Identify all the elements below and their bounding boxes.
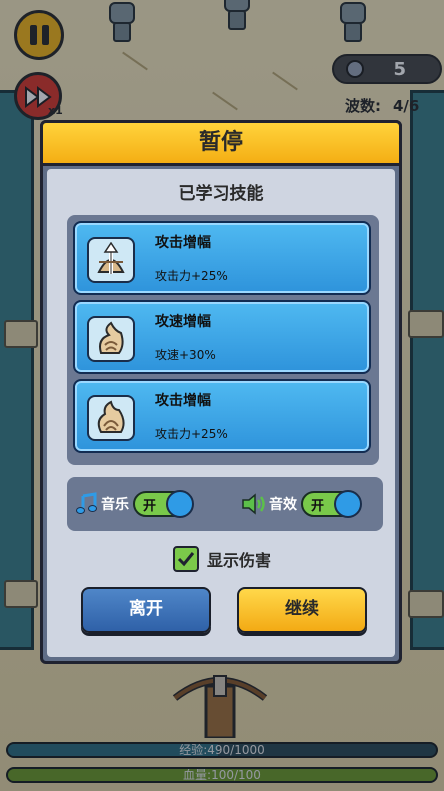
music-note-icon xyxy=(76,492,97,514)
dialog-header: 暂停 xyxy=(40,120,402,166)
flame-swirl-icon xyxy=(87,395,135,441)
skill-name: 攻击增幅 xyxy=(155,393,211,409)
swirl-speed-icon xyxy=(87,316,135,362)
skill-name: 攻击增幅 xyxy=(155,235,211,251)
skill-name: 攻速增幅 xyxy=(155,314,211,330)
music-setting: 音乐 开 xyxy=(75,487,194,521)
arrow-target-icon xyxy=(87,237,135,283)
learned-skills-heading: 已学习技能 xyxy=(178,184,264,204)
continue-button[interactable]: 继续 xyxy=(237,587,367,633)
sfx-toggle-state: 开 xyxy=(311,499,325,514)
show-damage-label: 显示伤害 xyxy=(207,551,272,570)
toggle-knob xyxy=(166,490,194,518)
show-damage-checkbox[interactable] xyxy=(173,546,199,572)
music-toggle-state: 开 xyxy=(143,499,157,514)
music-label: 音乐 xyxy=(101,497,129,513)
leave-button[interactable]: 离开 xyxy=(81,587,211,633)
skills-list: 攻击增幅 攻击力+25% 攻速增幅 攻速+30% 攻击增幅 攻击力+25% xyxy=(67,215,379,465)
audio-settings: 音乐 开 音效 开 xyxy=(67,477,383,531)
skill-description: 攻击力+25% xyxy=(155,427,228,441)
skill-description: 攻击力+25% xyxy=(155,269,228,283)
dialog-title: 暂停 xyxy=(198,130,243,155)
dialog-body: 已学习技能 攻击增幅 攻击力+25% 攻速增幅 攻速+30% 攻击增幅 攻击力+… xyxy=(47,169,395,657)
toggle-knob xyxy=(334,490,362,518)
speaker-icon xyxy=(242,493,265,515)
skill-card[interactable]: 攻速增幅 攻速+30% xyxy=(73,300,371,374)
checkmark-icon xyxy=(177,552,195,567)
skill-description: 攻速+30% xyxy=(155,348,216,362)
sfx-toggle[interactable]: 开 xyxy=(301,490,362,518)
skill-card[interactable]: 攻击增幅 攻击力+25% xyxy=(73,221,371,295)
sfx-label: 音效 xyxy=(269,497,297,513)
sfx-setting: 音效 开 xyxy=(241,487,362,521)
skill-card[interactable]: 攻击增幅 攻击力+25% xyxy=(73,379,371,453)
music-toggle[interactable]: 开 xyxy=(133,490,194,518)
pause-dialog: 已学习技能 攻击增幅 攻击力+25% 攻速增幅 攻速+30% 攻击增幅 攻击力+… xyxy=(40,120,402,664)
show-damage-option[interactable]: 显示伤害 xyxy=(173,545,271,573)
